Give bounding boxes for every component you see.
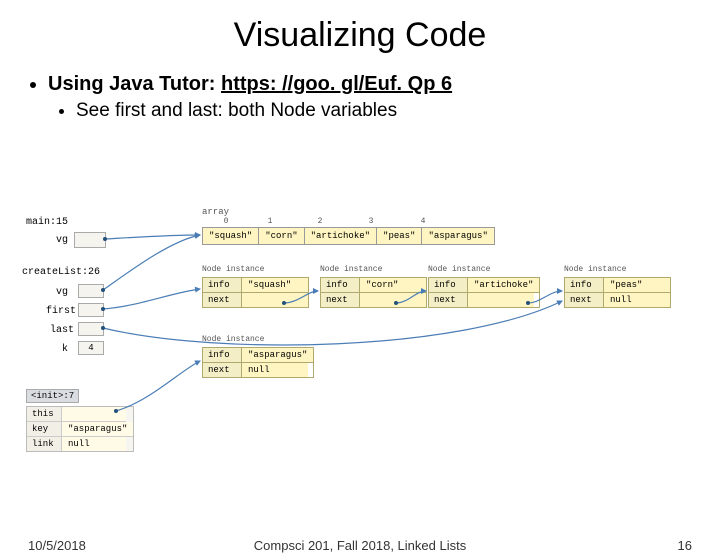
node-field: next: [203, 293, 242, 307]
code-diagram: main:15 vg createList:26 vg first last k…: [20, 211, 700, 471]
this-val: [62, 407, 126, 422]
node-caption: Node instance: [202, 335, 264, 344]
node-field: next: [321, 293, 360, 307]
node-field: next: [203, 363, 242, 377]
node-field: info: [203, 278, 242, 293]
idx-2: 2: [290, 217, 350, 226]
k-label: k: [62, 344, 68, 355]
node-caption: Node instance: [564, 265, 626, 274]
key-key: key: [27, 422, 62, 437]
array-indices: 0 1 2 3 4: [202, 217, 454, 226]
node-info: "peas": [604, 278, 670, 293]
bullet-2: See first and last: both Node variables: [76, 100, 692, 122]
node-next: [360, 293, 426, 307]
node-field: next: [565, 293, 604, 307]
vg-box-main: [74, 232, 106, 248]
vg-label: vg: [56, 287, 68, 298]
array-cell: "squash": [203, 228, 259, 244]
node-caption: Node instance: [202, 265, 264, 274]
node-2: info"artichoke" next: [428, 277, 540, 308]
idx-3: 3: [350, 217, 392, 226]
node-field: info: [321, 278, 360, 293]
node-info: "artichoke": [468, 278, 539, 293]
vg-box: [78, 284, 104, 298]
node-caption: Node instance: [320, 265, 382, 274]
last-label: last: [50, 325, 74, 336]
bullet-list: Using Java Tutor: https: //goo. gl/Euf. …: [28, 73, 692, 122]
array-cell: "asparagus": [422, 228, 493, 244]
link-key: link: [27, 437, 62, 451]
first-label: first: [46, 306, 76, 317]
node-info: "asparagus": [242, 348, 313, 363]
init-frame: this key"asparagus" linknull: [26, 406, 134, 452]
init-frame-label: <init>:7: [26, 389, 79, 403]
first-box: [78, 303, 104, 317]
footer-center: Compsci 201, Fall 2018, Linked Lists: [0, 538, 720, 553]
node-bottom: info"asparagus" nextnull: [202, 347, 314, 378]
this-key: this: [27, 407, 62, 422]
array-label: array: [202, 207, 229, 217]
node-next: [242, 293, 308, 307]
bullet-1: Using Java Tutor: https: //goo. gl/Euf. …: [48, 73, 692, 122]
node-next: null: [242, 363, 308, 377]
createlist-frame-label: createList:26: [22, 267, 100, 278]
node-field: info: [429, 278, 468, 293]
k-box: 4: [78, 341, 104, 355]
node-field: info: [565, 278, 604, 293]
node-next: null: [604, 293, 670, 307]
node-3: info"peas" nextnull: [564, 277, 671, 308]
node-field: next: [429, 293, 468, 307]
idx-0: 0: [202, 217, 250, 226]
vg-label-main: vg: [56, 235, 68, 246]
array-cell: "corn": [259, 228, 304, 244]
array-cell: "artichoke": [305, 228, 377, 244]
last-box: [78, 322, 104, 336]
java-tutor-link[interactable]: https: //goo. gl/Euf. Qp 6: [221, 73, 452, 95]
node-next: [468, 293, 534, 307]
array-cell: "peas": [377, 228, 422, 244]
main-frame-label: main:15: [26, 217, 68, 228]
node-1: info"corn" next: [320, 277, 427, 308]
node-0: info"squash" next: [202, 277, 309, 308]
node-info: "squash": [242, 278, 308, 293]
link-val: null: [62, 437, 126, 451]
idx-1: 1: [250, 217, 290, 226]
node-caption: Node instance: [428, 265, 490, 274]
idx-4: 4: [392, 217, 454, 226]
key-val: "asparagus": [62, 422, 133, 437]
node-info: "corn": [360, 278, 426, 293]
footer-page: 16: [678, 538, 692, 553]
array-table: "squash" "corn" "artichoke" "peas" "aspa…: [202, 227, 495, 245]
bullet1-label: Using Java Tutor:: [48, 73, 221, 95]
node-field: info: [203, 348, 242, 363]
slide-title: Visualizing Code: [0, 16, 720, 55]
